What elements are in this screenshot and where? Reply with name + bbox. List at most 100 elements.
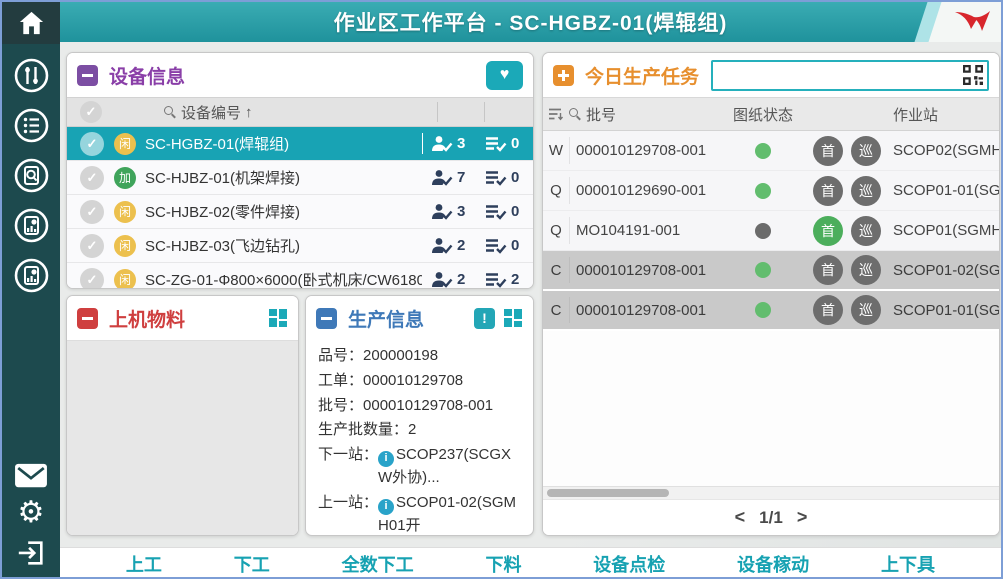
equipment-row[interactable]: ✓ 闲 SC-HJBZ-03(飞边钻孔) 2 0 xyxy=(67,229,533,263)
field-next-station: 下一站： iSCOP237(SCGXW外协)... xyxy=(318,444,521,489)
task-station: SCOP01(SGMH0... xyxy=(887,222,999,239)
operators-icon xyxy=(431,203,453,220)
field-item-number: 品号： 200000198 xyxy=(318,345,521,367)
task-row[interactable]: C 000010129708-001 首 巡 SCOP01-02(SGM... xyxy=(543,251,999,291)
operators-icon xyxy=(431,169,453,186)
info-icon[interactable]: i xyxy=(378,451,394,467)
settings-gear-icon[interactable]: ⚙ xyxy=(18,498,45,528)
task-row[interactable]: C 000010129708-001 首 巡 SCOP01-01(SGM... xyxy=(543,291,999,331)
patrol-inspection-button[interactable]: 巡 xyxy=(851,216,881,246)
patrol-inspection-button[interactable]: 巡 xyxy=(851,255,881,285)
patrol-inspection-button[interactable]: 巡 xyxy=(851,176,881,206)
equipment-info-panel: 设备信息 ♥ ✓ 设备编号 ↑ ✓ 闲 SC-HGBZ-01(焊辊组) 3 xyxy=(66,52,534,289)
materials-panel-header: 上机物料 xyxy=(67,296,298,340)
equipment-row[interactable]: ✓ 闲 SC-HJBZ-02(零件焊接) 3 0 xyxy=(67,195,533,229)
equipment-number-column-header[interactable]: 设备编号 ↑ xyxy=(164,102,253,123)
operators-icon xyxy=(431,135,453,152)
first-inspection-button[interactable]: 首 xyxy=(813,136,843,166)
tasks-empty-area xyxy=(543,331,999,486)
row-check-icon[interactable]: ✓ xyxy=(80,200,104,224)
task-row[interactable]: Q 000010129690-001 首 巡 SCOP01-01(SGM... xyxy=(543,171,999,211)
search-icon xyxy=(569,108,582,121)
grid-layout-icon[interactable] xyxy=(504,309,523,328)
collapse-minus-icon[interactable] xyxy=(77,65,98,86)
workflow-icon[interactable] xyxy=(13,57,50,94)
task-row[interactable]: W 000010129708-001 首 巡 SCOP02(SGMH0... xyxy=(543,131,999,171)
favorite-heart-button[interactable]: ♥ xyxy=(486,61,523,90)
first-inspection-button[interactable]: 首 xyxy=(813,176,843,206)
first-inspection-button[interactable]: 首 xyxy=(813,216,843,246)
operators-count: 3 xyxy=(457,203,469,220)
task-search-input[interactable] xyxy=(711,60,989,91)
collapse-minus-icon[interactable] xyxy=(77,308,98,329)
collapse-minus-icon[interactable] xyxy=(316,308,337,329)
tasks-panel-title: 今日生产任务 xyxy=(585,62,699,89)
pagination: < 1/1 > xyxy=(543,499,999,535)
tasks-icon xyxy=(485,135,507,152)
equipment-name: SC-ZG-01-Φ800×6000(卧式机床/CW6180) xyxy=(145,269,422,288)
end-all-work-button[interactable]: 全数下工 xyxy=(342,551,414,577)
equipment-utilization-button[interactable]: 设备稼动 xyxy=(737,551,809,577)
first-inspection-button[interactable]: 首 xyxy=(813,255,843,285)
document-search-icon[interactable] xyxy=(13,157,50,194)
equipment-counters: 2 2 xyxy=(422,269,533,288)
prev-page-button[interactable]: < xyxy=(735,507,746,528)
today-production-tasks-panel: 今日生产任务 批号 图纸状态 作业站 xyxy=(542,52,1000,536)
materials-empty-body xyxy=(67,340,298,535)
start-work-button[interactable]: 上工 xyxy=(126,551,162,577)
task-station: SCOP02(SGMH0... xyxy=(887,142,999,159)
field-previous-station: 上一站： iSCOP01-02(SGMH01开 xyxy=(318,492,521,535)
batch-column-header[interactable]: 批号 xyxy=(569,104,719,125)
info-icon[interactable]: i xyxy=(378,499,394,515)
home-button[interactable] xyxy=(2,2,60,44)
operators-icon xyxy=(431,271,453,288)
end-work-button[interactable]: 下工 xyxy=(234,551,270,577)
row-check-icon[interactable]: ✓ xyxy=(80,234,104,258)
grid-layout-icon[interactable] xyxy=(269,309,288,328)
next-page-button[interactable]: > xyxy=(797,507,808,528)
report-chart-icon[interactable] xyxy=(13,207,50,244)
unload-material-button[interactable]: 下料 xyxy=(485,551,521,577)
field-work-order: 工单： 000010129708 xyxy=(318,370,521,392)
materials-panel-title: 上机物料 xyxy=(109,305,185,332)
task-list-icon[interactable] xyxy=(13,107,50,144)
header: 作业区工作平台 - SC-HGBZ-01(焊辊组) xyxy=(60,2,1001,42)
production-panel-header: 生产信息 ! xyxy=(306,296,533,340)
tooling-button[interactable]: 上下具 xyxy=(881,551,935,577)
task-row[interactable]: Q MO104191-001 首 巡 SCOP01(SGMH0... xyxy=(543,211,999,251)
status-badge-idle: 闲 xyxy=(114,201,136,223)
select-all-check-icon[interactable]: ✓ xyxy=(80,101,102,123)
tasks-panel-header: 今日生产任务 xyxy=(543,53,999,97)
status-badge-processing: 加 xyxy=(114,167,136,189)
status-badge-idle: 闲 xyxy=(114,235,136,257)
equipment-row[interactable]: ✓ 加 SC-HJBZ-01(机架焊接) 7 0 xyxy=(67,161,533,195)
row-check-icon[interactable]: ✓ xyxy=(80,132,104,156)
alert-bubble-icon[interactable]: ! xyxy=(474,308,495,329)
task-type: C xyxy=(543,302,569,319)
row-check-icon[interactable]: ✓ xyxy=(80,268,104,289)
tasks-count: 2 xyxy=(511,271,523,288)
patrol-inspection-button[interactable]: 巡 xyxy=(851,136,881,166)
expand-plus-icon[interactable] xyxy=(553,65,574,86)
company-logo xyxy=(951,7,993,37)
logout-icon[interactable] xyxy=(15,537,47,567)
operators-count: 2 xyxy=(457,271,469,288)
production-details: 品号： 200000198 工单： 000010129708 批号： 00001… xyxy=(306,340,533,535)
sort-filter-icon[interactable] xyxy=(548,107,564,121)
qr-scan-icon[interactable] xyxy=(963,65,983,85)
first-inspection-button[interactable]: 首 xyxy=(813,295,843,325)
status-badge-idle: 闲 xyxy=(114,269,136,289)
bottom-action-bar: 上工 下工 全数下工 下料 设备点检 设备稼动 上下具 xyxy=(60,547,1001,579)
equipment-inspection-button[interactable]: 设备点检 xyxy=(593,551,665,577)
equipment-row[interactable]: ✓ 闲 SC-ZG-01-Φ800×6000(卧式机床/CW6180) 2 2 xyxy=(67,263,533,288)
mail-icon[interactable] xyxy=(14,462,48,489)
row-check-icon[interactable]: ✓ xyxy=(80,166,104,190)
equipment-name: SC-HGBZ-01(焊辊组) xyxy=(145,133,422,154)
equipment-row-selected[interactable]: ✓ 闲 SC-HGBZ-01(焊辊组) 3 0 xyxy=(67,127,533,161)
scrollbar-thumb[interactable] xyxy=(547,489,669,497)
report-chart-2-icon[interactable] xyxy=(13,257,50,294)
task-type: Q xyxy=(543,182,569,199)
operators-count: 3 xyxy=(457,135,469,152)
patrol-inspection-button[interactable]: 巡 xyxy=(851,295,881,325)
horizontal-scrollbar[interactable] xyxy=(543,486,999,499)
